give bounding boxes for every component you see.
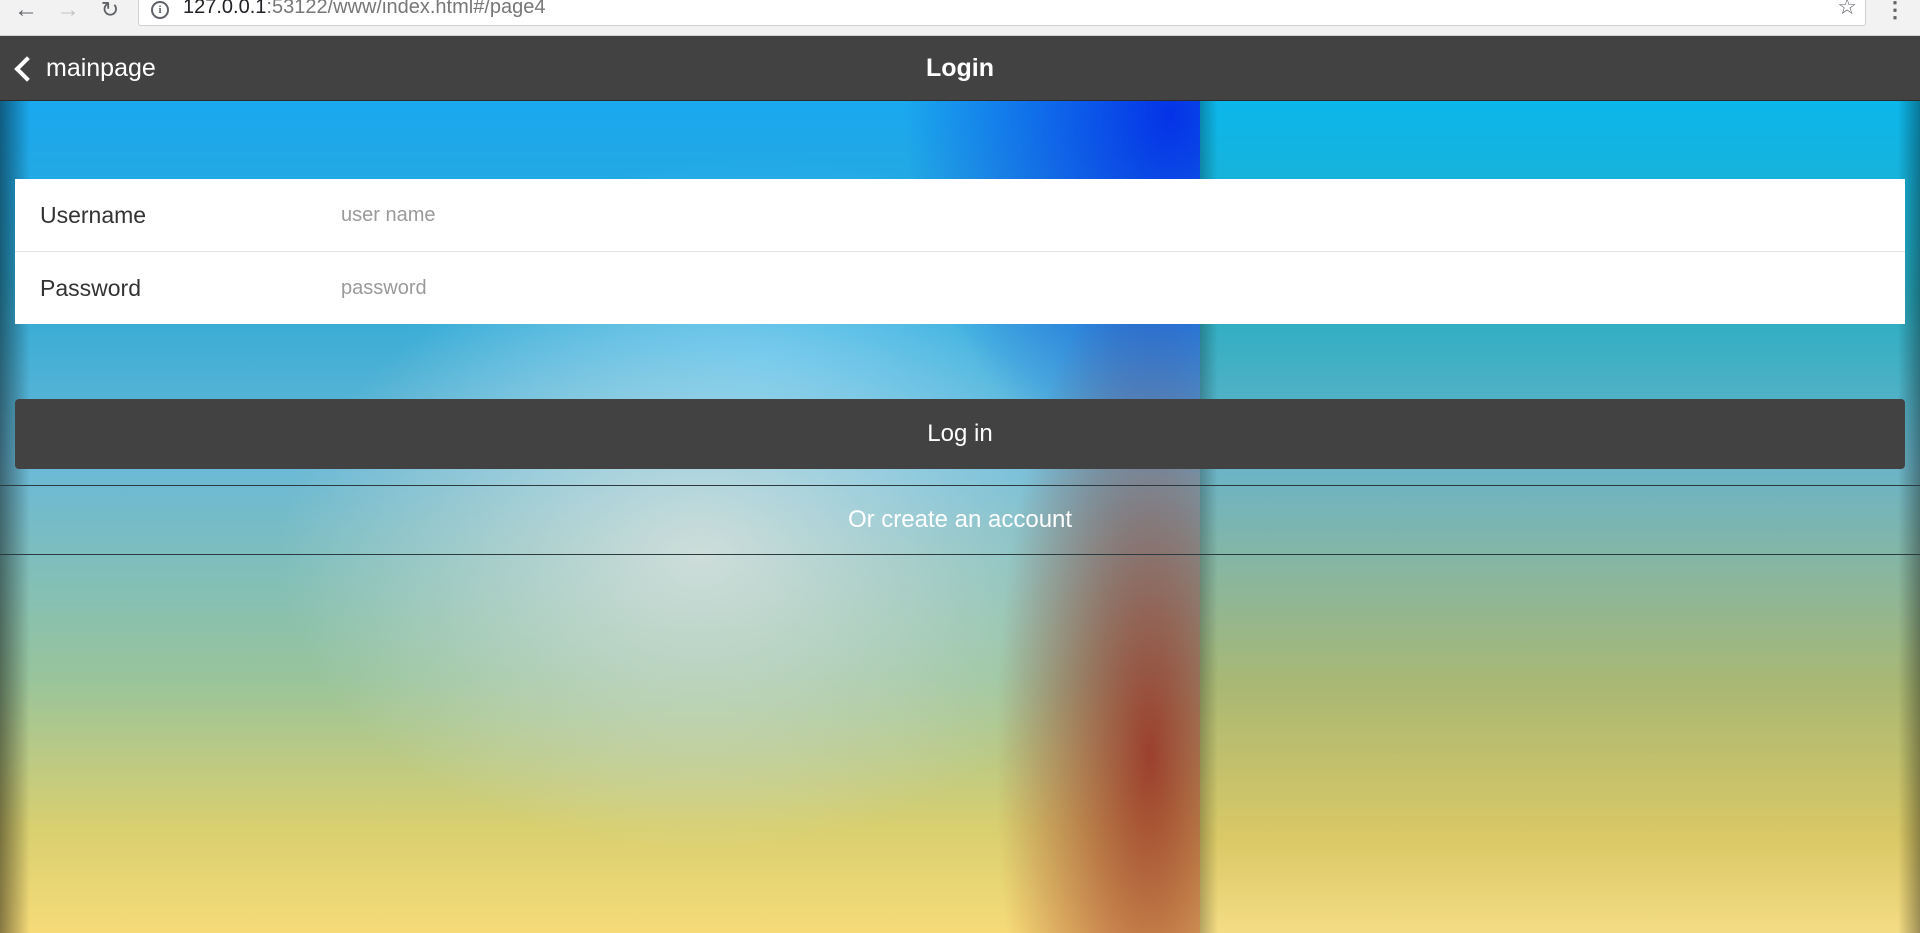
login-form: Username Password [15,179,1905,324]
url-host: 127.0.0.1 [183,0,267,18]
url-text: 127.0.0.1:53122/www/index.html#/page4 [183,0,545,19]
address-bar[interactable]: i 127.0.0.1:53122/www/index.html#/page4 … [138,0,1866,26]
create-account-link[interactable]: Or create an account [0,485,1920,555]
app-page: mainpage Login Username Password Log in … [0,36,1920,933]
back-button-label: mainpage [46,54,156,82]
password-input[interactable] [341,266,1871,310]
browser-menu-icon[interactable]: ⋮ [1884,0,1906,22]
browser-toolbar: ← → ↻ i 127.0.0.1:53122/www/index.html#/… [0,0,1920,36]
browser-forward-icon[interactable]: → [52,0,84,22]
browser-reload-icon[interactable]: ↻ [94,0,126,21]
browser-back-icon[interactable]: ← [10,0,42,22]
app-toolbar: mainpage Login [0,36,1920,101]
site-info-icon[interactable]: i [151,1,169,19]
username-row: Username [15,179,1905,251]
bookmark-star-icon[interactable]: ☆ [1837,0,1857,19]
username-label: Username [40,201,147,228]
password-label: Password [40,274,141,301]
back-button[interactable]: mainpage [0,36,170,101]
login-button-label: Log in [927,420,993,447]
username-input[interactable] [341,193,1871,237]
page-title: Login [925,54,995,82]
create-account-label: Or create an account [847,506,1073,533]
password-row: Password [15,251,1905,324]
login-button[interactable]: Log in [15,399,1905,469]
url-path: :53122/www/index.html#/page4 [266,0,546,18]
chevron-left-icon [14,55,40,82]
